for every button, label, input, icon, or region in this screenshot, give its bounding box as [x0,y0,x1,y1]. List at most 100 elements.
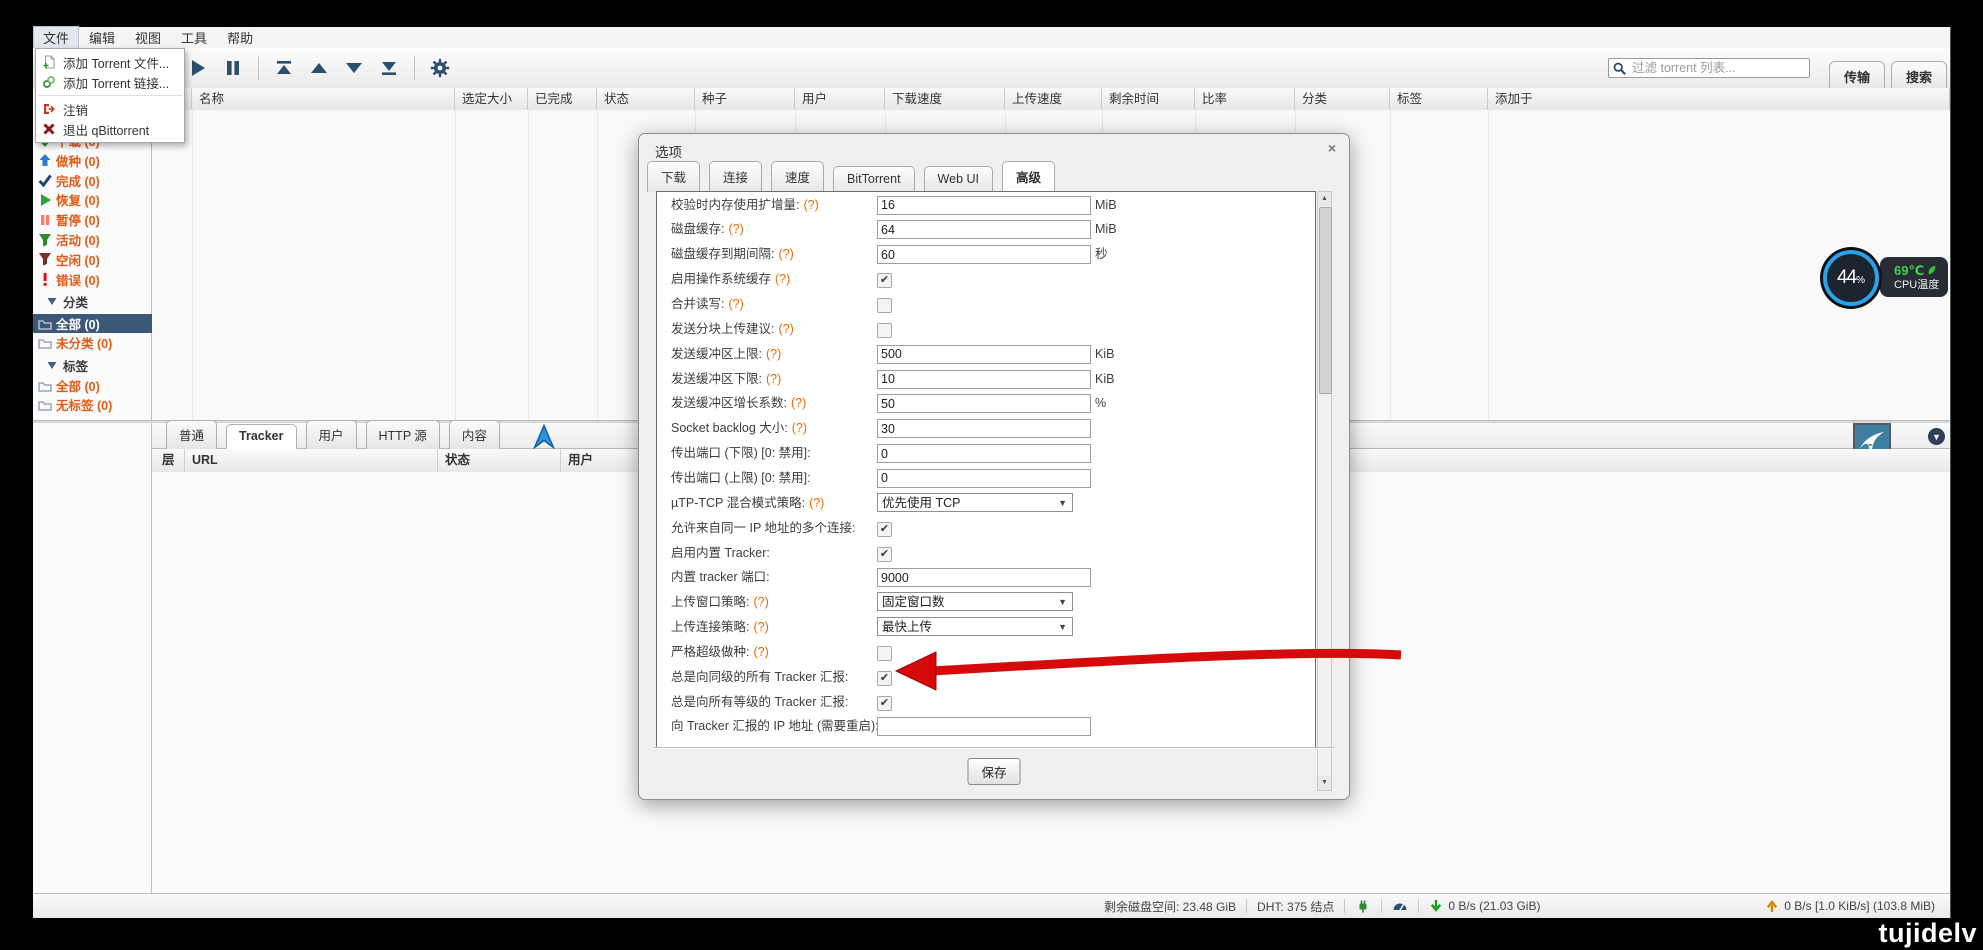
scroll-up-icon[interactable]: ▲ [1318,192,1331,206]
options-row-18-checkbox[interactable] [877,646,892,661]
scrollbar-thumb[interactable] [1319,207,1332,394]
menu-item-1[interactable]: 编辑 [79,26,125,49]
options-tab-1[interactable]: 连接 [709,161,762,192]
tracker-column-header[interactable]: 层级 [155,449,185,472]
torrent-column-header[interactable]: 标签 [1390,88,1488,110]
menu-item-3[interactable]: 工具 [171,26,217,49]
options-row-8-input[interactable] [877,394,1091,413]
file-menu-item-1[interactable]: 添加 Torrent 链接... [36,72,184,92]
sidebar-filter-3[interactable]: 恢复 (0) [33,190,152,209]
dialog-scrollbar[interactable]: ▲ ▼ [1317,191,1332,791]
dialog-close-button[interactable]: × [1328,140,1336,156]
pause-icon[interactable] [223,58,243,78]
options-row-15-input[interactable] [877,568,1091,587]
sidebar-categories-header[interactable]: 分类 [33,292,152,310]
torrent-column-header[interactable]: 比率 [1195,88,1295,110]
options-row-4-checkbox[interactable] [877,298,892,313]
alt-speed-gauge-icon[interactable] [1392,898,1408,914]
torrent-column-header[interactable]: 已完成 [528,88,597,110]
torrent-column-header[interactable]: 上传速度 [1005,88,1102,110]
torrent-column-header[interactable]: 下载速度 [885,88,1005,110]
panel-tab-0[interactable]: 普通 [166,420,217,449]
options-row-6-input[interactable] [877,345,1091,364]
options-row-14-checkbox[interactable] [877,547,892,562]
help-link[interactable]: (?) [792,421,807,435]
help-link[interactable]: (?) [791,396,806,410]
tracker-column-header[interactable]: 状态 [438,449,561,472]
options-row-0-input[interactable] [877,196,1091,215]
options-row-17-select[interactable]: 最快上传 [877,617,1073,636]
options-row-11-input[interactable] [877,469,1091,488]
settings-gear-icon[interactable] [430,58,450,78]
options-row-5-checkbox[interactable] [877,323,892,338]
sidebar-filter-1[interactable]: 做种 (0) [33,151,152,170]
options-tab-0[interactable]: 下载 [647,161,700,192]
resume-icon[interactable] [188,58,208,78]
move-up-icon[interactable] [309,58,329,78]
torrent-column-header[interactable]: 选定大小 [455,88,528,110]
torrent-column-header[interactable]: 剩余时间 [1102,88,1195,110]
options-row-3-checkbox[interactable] [877,273,892,288]
move-bottom-icon[interactable] [379,58,399,78]
sidebar-filter-7[interactable]: 错误 (0) [33,270,152,289]
help-link[interactable]: (?) [778,247,793,261]
sidebar-filter-5[interactable]: 活动 (0) [33,230,152,249]
sidebar-category-1[interactable]: 未分类 (0) [33,333,152,352]
move-top-icon[interactable] [274,58,294,78]
help-link[interactable]: (?) [778,322,793,336]
tracker-column-header[interactable]: URL [185,449,438,472]
options-row-19-checkbox[interactable] [877,671,892,686]
options-row-1-input[interactable] [877,220,1091,239]
options-tab-2[interactable]: 速度 [771,161,824,192]
options-row-21-input[interactable] [877,717,1091,736]
help-link[interactable]: (?) [766,347,781,361]
move-down-icon[interactable] [344,58,364,78]
help-link[interactable]: (?) [753,595,768,609]
sidebar-tags-header[interactable]: 标签 [33,356,152,374]
options-row-7-input[interactable] [877,370,1091,389]
save-button[interactable]: 保存 [967,758,1020,785]
options-tab-3[interactable]: BitTorrent [833,166,915,192]
file-menu-item-3[interactable]: 退出 qBittorrent [36,119,184,139]
torrent-column-header[interactable]: 添加于 [1488,88,1950,110]
sidebar-filter-4[interactable]: 暂停 (0) [33,210,152,229]
help-link[interactable]: (?) [766,372,781,386]
sidebar-tag-1[interactable]: 无标签 (0) [33,395,152,414]
options-row-20-checkbox[interactable] [877,696,892,711]
options-row-16-select[interactable]: 固定窗口数 [877,592,1073,611]
options-row-12-select[interactable]: 优先使用 TCP [877,493,1073,512]
menu-item-4[interactable]: 帮助 [217,26,263,49]
sidebar-tag-0[interactable]: 全部 (0) [33,376,152,395]
options-row-9-input[interactable] [877,419,1091,438]
menu-item-0[interactable]: 文件 [33,26,79,49]
panel-tab-2[interactable]: 用户 [306,420,357,449]
options-tab-4[interactable]: Web UI [924,166,993,192]
options-row-2-input[interactable] [877,245,1091,264]
help-link[interactable]: (?) [803,198,818,212]
help-link[interactable]: (?) [753,620,768,634]
options-row-10-input[interactable] [877,444,1091,463]
help-link[interactable]: (?) [809,496,824,510]
help-link[interactable]: (?) [753,645,768,659]
panel-tab-1[interactable]: Tracker [226,424,296,449]
file-menu-item-0[interactable]: 添加 Torrent 文件... [36,52,184,72]
help-link[interactable]: (?) [775,272,790,286]
options-row-13-checkbox[interactable] [877,522,892,537]
connection-status-icon[interactable] [1355,898,1371,914]
sidebar-category-0[interactable]: 全部 (0) [33,314,152,333]
torrent-column-header[interactable]: 种子 [695,88,795,110]
sidebar-filter-2[interactable]: 完成 (0) [33,171,152,190]
torrent-column-header[interactable]: 分类 [1295,88,1390,110]
torrent-column-header[interactable]: 状态 [597,88,695,110]
torrent-column-header[interactable]: 用户 [795,88,885,110]
sidebar-filter-6[interactable]: 空闲 (0) [33,250,152,269]
chevron-down-icon[interactable]: ▼ [1928,428,1945,445]
panel-tab-4[interactable]: 内容 [449,420,500,449]
torrent-filter-input[interactable] [1630,60,1805,76]
nav-arrow-icon[interactable] [533,424,555,449]
panel-tab-3[interactable]: HTTP 源 [366,420,440,449]
options-tab-5[interactable]: 高级 [1002,161,1055,192]
torrent-filter-box[interactable] [1608,58,1810,78]
menu-item-2[interactable]: 视图 [125,26,171,49]
file-menu-item-2[interactable]: 注销 [36,99,184,119]
